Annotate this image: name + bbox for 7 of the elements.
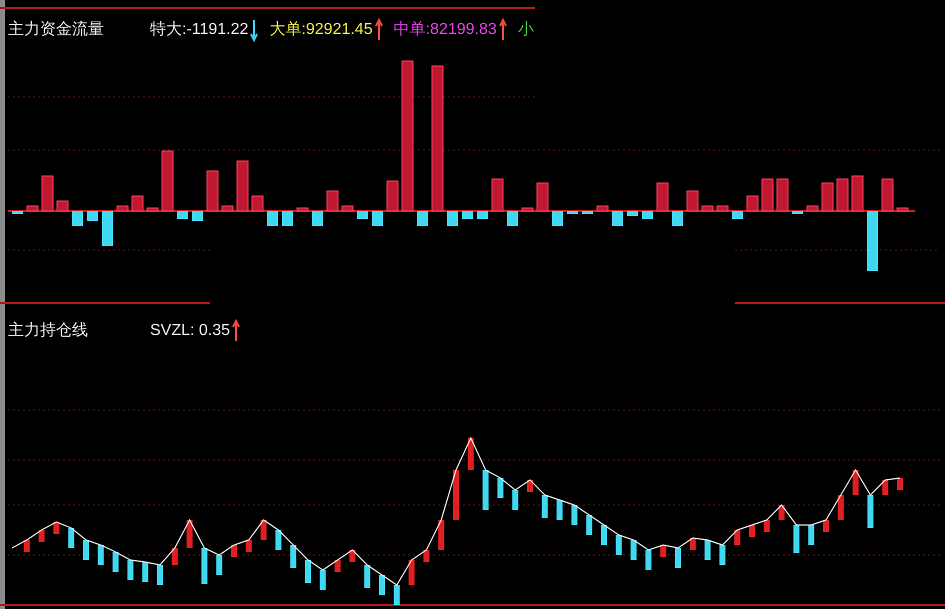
legend-value: SVZL: 0.35 bbox=[150, 321, 230, 341]
legend-value: 中单:82199.83 bbox=[394, 20, 497, 40]
panel-title: 主力持仓线 bbox=[8, 320, 89, 341]
legend-value: 特大:-1191.22 bbox=[150, 20, 248, 40]
legend-value: 小 bbox=[518, 20, 534, 40]
legend-value: 大单:92921.45 bbox=[269, 20, 373, 40]
panel-title: 主力资金流量 bbox=[8, 20, 105, 40]
